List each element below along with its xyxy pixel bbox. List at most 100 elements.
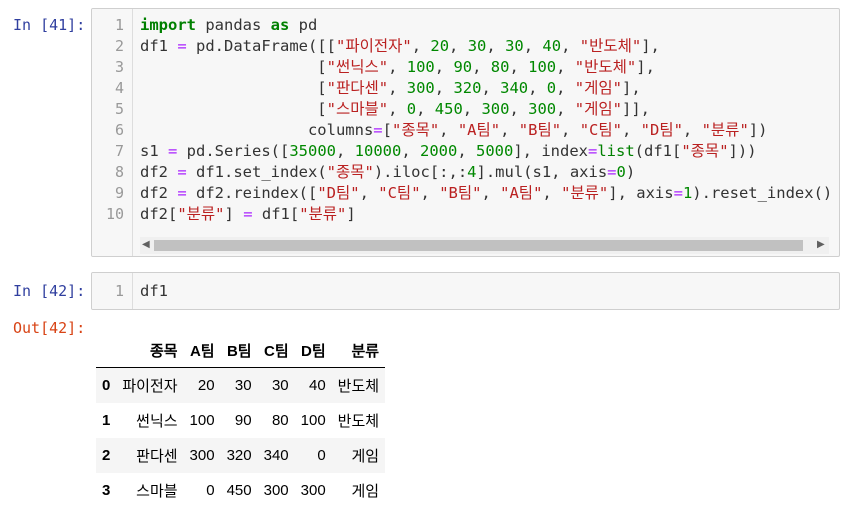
code-cell-42[interactable]: 1 df1: [91, 272, 840, 310]
table-cell: 300: [263, 482, 289, 499]
code-token: 300: [481, 100, 510, 118]
column-header: C팀: [257, 333, 295, 368]
code-token: 100: [406, 58, 435, 76]
line-number: 2: [114, 37, 124, 55]
input-prompt-41: In [41]:: [13, 16, 86, 34]
table-cell: 300: [300, 482, 326, 499]
code-token: ,: [416, 100, 435, 118]
input-prompt-42: In [42]:: [13, 282, 86, 300]
code-token: ],: [636, 58, 655, 76]
table-row: 3 스마블 0 450 300 300 게임: [96, 473, 385, 508]
column-header: A팀: [183, 333, 221, 368]
table-cell: 300: [189, 447, 215, 464]
code-token: 20: [430, 37, 450, 55]
code-line[interactable]: df1: [140, 281, 168, 302]
code-token: list: [597, 142, 635, 160]
code-line[interactable]: ["스마블", 0, 450, 300, 300, "게임"]],: [140, 99, 832, 120]
code-token: "A팀": [500, 184, 543, 202]
code-token: =: [373, 121, 383, 139]
code-token: =: [177, 184, 187, 202]
code-line[interactable]: df2 = df1.set_index("종목").iloc[:,:4].mul…: [140, 162, 832, 183]
table-row: 1 썬닉스 100 90 80 100 반도체: [96, 403, 385, 438]
code-token: ])): [728, 142, 757, 160]
table-cell: 0: [206, 482, 215, 499]
code-token: ,: [509, 100, 529, 118]
code-token: ,: [481, 184, 501, 202]
horizontal-scrollbar[interactable]: ◀ ▶: [140, 237, 829, 254]
code-token: ], axis: [608, 184, 674, 202]
code-token: ,: [411, 37, 431, 55]
column-header: 종목: [116, 333, 184, 368]
table-cell: 100: [300, 412, 326, 429]
table-cell: 반도체: [337, 378, 380, 395]
code-token: 30: [505, 37, 524, 55]
code-token: ,: [336, 142, 355, 160]
table-cell: 썬닉스: [136, 413, 178, 430]
column-header: D팀: [294, 333, 332, 368]
scroll-left-icon[interactable]: ◀: [142, 240, 152, 250]
code-line[interactable]: ["판다센", 300, 320, 340, 0, "게임"],: [140, 78, 832, 99]
line-number: 4: [114, 79, 124, 97]
code-token: pd.DataFrame([[: [186, 37, 336, 55]
code-token: "B팀": [439, 184, 482, 202]
code-line[interactable]: import pandas as pd: [140, 15, 832, 36]
code-line[interactable]: df1 = pd.DataFrame([["파이전자", 20, 30, 30,…: [140, 36, 832, 57]
code-token: ,: [542, 184, 562, 202]
code-line[interactable]: columns=["종목", "A팀", "B팀", "C팀", "D팀", "…: [140, 120, 832, 141]
table-row: 2 판다센 300 320 340 0 게임: [96, 438, 386, 473]
code-line[interactable]: ["썬닉스", 100, 90, 80, 100, "반도체"],: [140, 57, 832, 78]
code-token: ,: [556, 79, 575, 97]
code-token: ,: [523, 37, 543, 55]
code-token: "D팀": [640, 121, 683, 139]
code-token: ], index: [513, 142, 588, 160]
code-token: "C팀": [378, 184, 421, 202]
code-token: =: [177, 37, 187, 55]
code-token: ,: [486, 37, 506, 55]
code-token: ).iloc[:,:: [373, 163, 468, 181]
scrollbar-thumb[interactable]: [154, 240, 803, 251]
code-token: "A팀": [457, 121, 501, 139]
code-token: 5000: [476, 142, 514, 160]
code-token: (df1[: [634, 142, 682, 160]
code-token: =: [607, 163, 617, 181]
code-token: 0: [406, 100, 417, 118]
scroll-right-icon[interactable]: ▶: [817, 240, 827, 250]
code-token: "D팀": [317, 184, 360, 202]
table-cell: 340: [263, 447, 289, 464]
code-token: ,: [528, 79, 547, 97]
code-token: ,: [509, 58, 529, 76]
table-cell: 반도체: [337, 413, 380, 430]
code-token: ]: [346, 205, 356, 223]
code-token: ,: [457, 142, 477, 160]
code-token: ,: [388, 100, 407, 118]
code-token: df1.set_index(: [186, 163, 327, 181]
code-token: "분류": [299, 205, 347, 223]
code-token: import: [140, 16, 196, 34]
code-token: ,: [462, 100, 482, 118]
code-cell-41[interactable]: 1 2 3 4 5 6 7 8 9 10 import pandas as pd df1 = pd.…: [91, 8, 840, 257]
code-token: ,: [388, 79, 407, 97]
code-token: "분류": [701, 121, 749, 139]
table-cell: 40: [308, 377, 326, 394]
code-line[interactable]: s1 = pd.Series([35000, 10000, 2000, 5000…: [140, 141, 832, 162]
code-token: s1: [140, 142, 168, 160]
code-token: pandas: [196, 16, 271, 34]
table-cell: 20: [197, 377, 215, 394]
code-token: pd.Series([: [177, 142, 290, 160]
code-line[interactable]: df2 = df2.reindex(["D팀", "C팀", "B팀", "A팀…: [140, 183, 832, 204]
line-number: 9: [114, 184, 124, 202]
code-editor[interactable]: df1: [140, 281, 168, 302]
code-line[interactable]: df2["분류"] = df1["분류"]: [140, 204, 832, 225]
table-cell: 30: [271, 377, 289, 394]
code-token: ,: [621, 121, 641, 139]
code-token: ,: [481, 79, 501, 97]
code-token: df2: [140, 184, 178, 202]
row-index: 0: [102, 377, 111, 394]
code-token: ,: [449, 37, 468, 55]
code-token: "종목": [391, 121, 440, 139]
code-token: 10000: [354, 142, 402, 160]
code-editor[interactable]: import pandas as pd df1 = pd.DataFrame([[…: [140, 15, 832, 225]
line-number: 5: [114, 100, 124, 118]
code-token: "썬닉스": [326, 58, 389, 76]
code-token: [: [140, 79, 327, 97]
